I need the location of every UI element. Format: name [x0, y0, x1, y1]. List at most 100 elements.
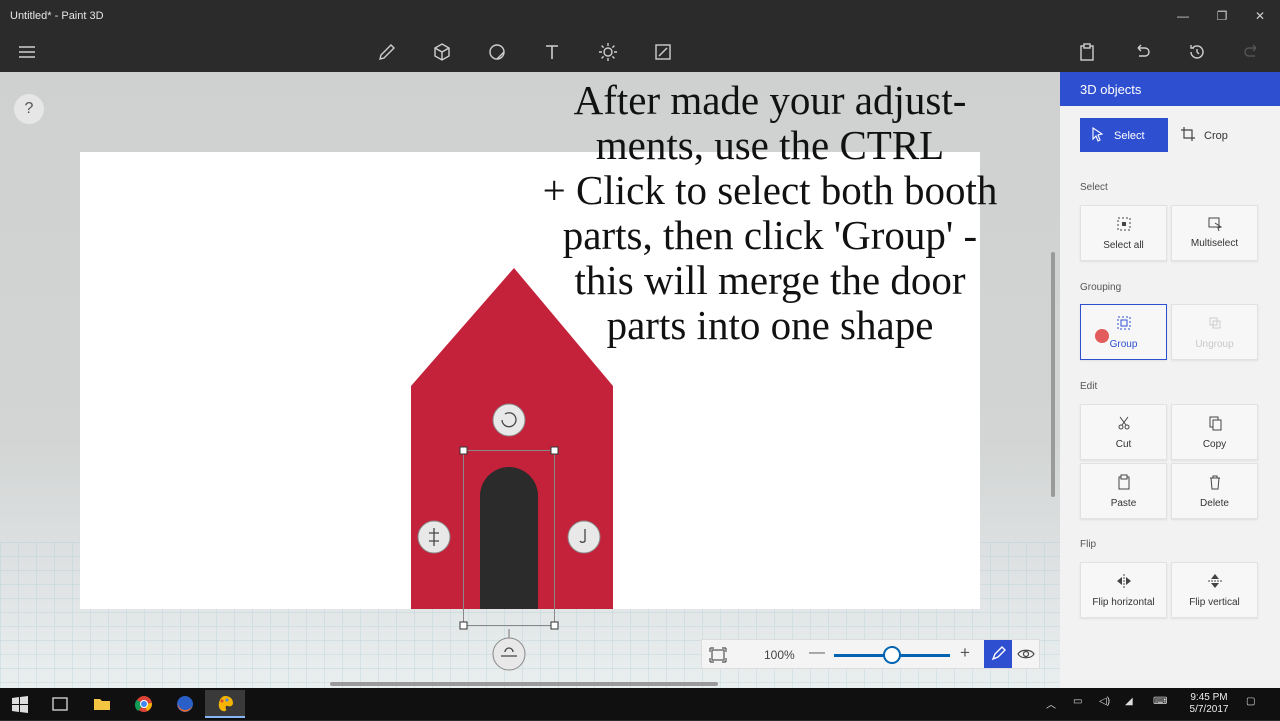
- hamburger-menu-icon[interactable]: [15, 40, 39, 64]
- paste-label: Paste: [1110, 498, 1137, 509]
- horizontal-scrollbar[interactable]: [330, 682, 718, 686]
- vertical-scrollbar[interactable]: [1051, 252, 1055, 497]
- clock-date: 5/7/2017: [1189, 704, 1229, 715]
- paint-3d-icon[interactable]: [205, 690, 245, 718]
- select-all-label: Select all: [1103, 240, 1144, 251]
- side-panel: 3D objects Select Crop Select Select all…: [1060, 72, 1280, 688]
- selection-handle[interactable]: [550, 446, 559, 455]
- action-center-icon[interactable]: ▢: [1246, 696, 1255, 707]
- cut-label: Cut: [1115, 439, 1132, 450]
- copy-label: Copy: [1202, 439, 1227, 450]
- overlay-line: ments, use the CTRL: [595, 122, 945, 168]
- delete-label: Delete: [1200, 498, 1229, 509]
- section-title-grouping: Grouping: [1080, 282, 1122, 293]
- select-all-button[interactable]: Select all: [1080, 205, 1167, 261]
- volume-icon[interactable]: ◁): [1099, 696, 1110, 707]
- network-icon[interactable]: ◢: [1125, 696, 1133, 707]
- view-3d-icon[interactable]: [1016, 644, 1036, 664]
- window-title: Untitled* - Paint 3D: [10, 10, 104, 22]
- rotate-x-handle[interactable]: [567, 520, 601, 554]
- section-title-edit: Edit: [1080, 381, 1098, 392]
- 3d-shapes-icon[interactable]: [430, 40, 454, 64]
- scissors-icon: [1118, 416, 1130, 430]
- ungroup-label: Ungroup: [1195, 339, 1234, 350]
- file-explorer-icon[interactable]: [82, 692, 122, 716]
- copy-icon: [1209, 416, 1222, 431]
- section-title-select: Select: [1080, 182, 1108, 193]
- group-button[interactable]: Group: [1080, 304, 1167, 360]
- history-icon[interactable]: [1185, 40, 1209, 64]
- multiselect-button[interactable]: Multiselect: [1171, 205, 1258, 261]
- copy-button[interactable]: Copy: [1171, 404, 1258, 460]
- crop-mode-button[interactable]: Crop: [1170, 118, 1258, 152]
- show-hidden-icons[interactable]: ︿: [1046, 696, 1056, 711]
- section-title-flip: Flip: [1080, 539, 1097, 550]
- crop-mode-label: Crop: [1204, 130, 1228, 142]
- rotate-y-handle[interactable]: [417, 520, 451, 554]
- selection-handle[interactable]: [550, 621, 559, 630]
- undo-icon[interactable]: [1130, 40, 1154, 64]
- redo-icon[interactable]: [1240, 40, 1264, 64]
- clock-time: 9:45 PM: [1190, 692, 1228, 703]
- chrome-icon[interactable]: [124, 692, 164, 716]
- zoom-slider-thumb[interactable]: [883, 646, 901, 664]
- paste-icon[interactable]: [1075, 40, 1099, 64]
- overlay-line: + Click to select both booth: [542, 167, 998, 213]
- depth-handle[interactable]: [492, 637, 526, 671]
- ungroup-icon: [1209, 317, 1221, 329]
- paste-button[interactable]: Paste: [1080, 463, 1167, 519]
- title-bar: Untitled* - Paint 3D — ❐ ✕: [0, 0, 1280, 32]
- zoom-bar: 100% — +: [701, 639, 1040, 669]
- text-icon[interactable]: [540, 40, 564, 64]
- flip-horizontal-label: Flip horizontal: [1092, 597, 1155, 608]
- overlay-line: this will merge the door: [574, 257, 966, 303]
- crop-icon: [1181, 127, 1195, 141]
- group-icon: [1117, 316, 1131, 330]
- effects-icon[interactable]: [596, 40, 620, 64]
- rotate-z-handle[interactable]: [492, 403, 526, 437]
- zoom-in-button[interactable]: +: [960, 643, 970, 663]
- flip-vertical-icon: [1208, 574, 1222, 588]
- brushes-icon[interactable]: [375, 40, 399, 64]
- firefox-icon[interactable]: [165, 692, 205, 716]
- panel-title: 3D objects: [1060, 72, 1280, 106]
- flip-vertical-button[interactable]: Flip vertical: [1171, 562, 1258, 618]
- close-button[interactable]: ✕: [1243, 4, 1277, 28]
- battery-icon[interactable]: ▭: [1073, 696, 1082, 707]
- restore-button[interactable]: ❐: [1205, 4, 1239, 28]
- overlay-line: After made your adjust-: [573, 77, 967, 123]
- select-mode-label: Select: [1114, 130, 1145, 142]
- fit-view-icon[interactable]: [708, 645, 728, 665]
- selection-handle[interactable]: [459, 446, 468, 455]
- canvas-icon[interactable]: [651, 40, 675, 64]
- select-all-icon: [1117, 217, 1131, 231]
- stickers-icon[interactable]: [485, 40, 509, 64]
- clipboard-icon: [1118, 474, 1130, 490]
- main-toolbar: [0, 32, 1280, 72]
- overlay-line: parts into one shape: [606, 302, 934, 348]
- cut-button[interactable]: Cut: [1080, 404, 1167, 460]
- pen-input-toggle[interactable]: [984, 640, 1012, 668]
- keyboard-icon[interactable]: ⌨: [1153, 696, 1167, 707]
- multiselect-label: Multiselect: [1190, 238, 1239, 249]
- taskbar: ︿ ▭ ◁) ◢ ⌨ 9:45 PM 5/7/2017 ▢: [0, 688, 1280, 720]
- ungroup-button: Ungroup: [1171, 304, 1258, 360]
- zoom-value: 100%: [764, 648, 795, 662]
- flip-horizontal-icon: [1117, 574, 1131, 588]
- zoom-out-button[interactable]: —: [809, 644, 825, 662]
- click-indicator: [1095, 329, 1109, 343]
- multiselect-icon: [1208, 217, 1223, 232]
- flip-vertical-label: Flip vertical: [1189, 597, 1240, 608]
- delete-button[interactable]: Delete: [1171, 463, 1258, 519]
- overlay-line: parts, then click 'Group' -: [562, 212, 978, 258]
- clock[interactable]: 9:45 PM 5/7/2017: [1188, 692, 1230, 716]
- start-icon[interactable]: [0, 692, 40, 716]
- task-view-icon[interactable]: [40, 692, 80, 716]
- select-mode-button[interactable]: Select: [1080, 118, 1168, 152]
- minimize-button[interactable]: —: [1166, 4, 1200, 28]
- cursor-icon: [1092, 126, 1104, 142]
- selection-handle[interactable]: [459, 621, 468, 630]
- door-shape[interactable]: [480, 467, 538, 609]
- flip-horizontal-button[interactable]: Flip horizontal: [1080, 562, 1167, 618]
- workspace[interactable]: ? After made your adjust- ments, use the…: [0, 72, 1060, 688]
